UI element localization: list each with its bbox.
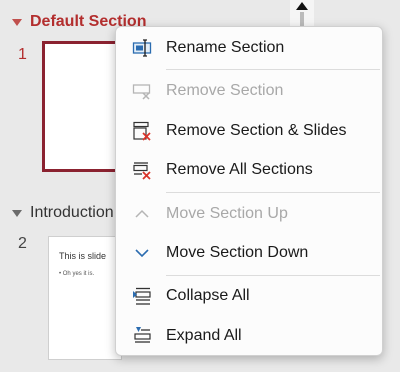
menu-item-move-section-up: Move Section Up [116,199,382,229]
slide-thumbnail-2[interactable]: This is slide • Oh yes it is. [48,236,122,360]
rename-section-icon [132,39,152,57]
scroll-up-arrow-icon[interactable] [296,2,308,10]
slide-thumbnail-1[interactable] [42,41,120,172]
menu-item-collapse-all[interactable]: Collapse All [116,281,382,311]
menu-item-label: Collapse All [166,287,250,304]
slide-thumbnail-bullet: • Oh yes it is. [59,271,95,277]
menu-item-move-section-down[interactable]: Move Section Down [116,238,382,268]
move-down-icon [135,249,149,258]
menu-item-remove-section-slides[interactable]: Remove Section & Slides [116,116,382,146]
menu-item-rename-section[interactable]: Rename Section [116,33,382,63]
menu-item-label: Remove Section [166,82,284,99]
collapse-all-icon [133,287,151,305]
menu-separator [166,69,380,70]
menu-item-label: Expand All [166,327,242,344]
menu-separator [166,275,380,276]
section-context-menu: Rename Section Remove Section Remove Sec… [115,26,383,356]
section-title: Introduction [30,204,114,221]
remove-section-icon [132,84,151,100]
expand-all-icon [134,327,151,343]
menu-item-label: Move Section Down [166,244,309,261]
menu-item-expand-all[interactable]: Expand All [116,321,382,351]
menu-item-remove-section: Remove Section [116,76,382,106]
slide-number: 2 [18,235,27,252]
menu-separator [166,192,380,193]
move-up-icon [135,209,149,218]
section-header-introduction[interactable]: Introduction [12,204,114,222]
remove-all-sections-icon [133,162,151,180]
menu-item-label: Remove All Sections [166,161,313,178]
collapse-triangle-icon[interactable] [12,18,22,26]
menu-item-label: Move Section Up [166,205,288,222]
slide-number: 1 [18,46,27,63]
menu-item-remove-all-sections[interactable]: Remove All Sections [116,155,382,185]
remove-section-slides-icon [133,121,151,141]
slide-thumbnail-title: This is slide [59,251,107,261]
menu-item-label: Remove Section & Slides [166,122,347,139]
collapse-triangle-icon[interactable] [12,209,22,217]
menu-item-label: Rename Section [166,39,285,56]
